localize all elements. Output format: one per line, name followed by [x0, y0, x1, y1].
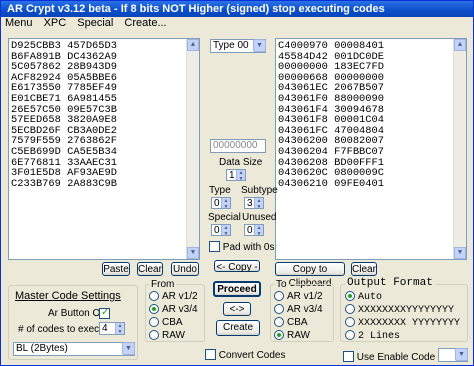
use-enable-code-option[interactable]: Use Enable Code	[343, 351, 435, 363]
swap-button[interactable]: <->	[223, 302, 251, 316]
spin-arrows-icon[interactable]: ▲ ▼	[254, 225, 263, 237]
convert-codes-checkbox[interactable]	[205, 349, 216, 360]
input-scrollbar[interactable]: ▲ ▼	[186, 39, 199, 259]
create-button[interactable]: Create	[216, 320, 260, 336]
special-label: Special	[208, 212, 241, 223]
unused-spinner[interactable]: 0 ▲ ▼	[244, 224, 264, 237]
subtype-spinner[interactable]: 3 ▲ ▼	[244, 197, 264, 210]
menu-bar: Menu XPC Special Create...	[1, 17, 473, 30]
code-line: C5EB699D CA5E5B34	[11, 145, 118, 158]
output-option-spaced[interactable]: XXXXXXXX YYYYYYYY	[345, 317, 460, 329]
unused-label: Unused	[242, 212, 277, 223]
code-line: C4000970 00008401	[278, 40, 385, 52]
special-spinner[interactable]: 0 ▲ ▼	[211, 224, 231, 237]
convert-codes-label: Convert Codes	[218, 350, 286, 361]
spin-arrows-icon[interactable]: ▲ ▼	[221, 225, 230, 237]
convert-codes-option[interactable]: Convert Codes	[205, 349, 285, 361]
use-enable-code-checkbox[interactable]	[343, 351, 354, 362]
data-size-label: Data Size	[219, 157, 263, 168]
pad-label: Pad with 0s	[222, 242, 275, 253]
chevron-down-icon[interactable]: ▼	[253, 39, 266, 52]
main-window: AR Crypt v3.12 beta - If 8 bits NOT High…	[0, 0, 474, 366]
output-codes-textarea[interactable]: C4000970 00008401 45584D42 001DC0DE 000000…	[275, 38, 467, 260]
output-scrollbar[interactable]: ▲ ▼	[453, 39, 466, 259]
code-line: 043061F0 88000090	[278, 92, 385, 105]
code-line: C233B769 2A883C9B	[11, 177, 118, 190]
from-option-ar12[interactable]: AR v1/2	[149, 291, 198, 302]
from-option-ar34[interactable]: AR v3/4	[149, 304, 198, 315]
menu-item-special[interactable]: Special	[73, 17, 117, 30]
master-title: Master Code Settings	[15, 290, 121, 302]
scroll-down-icon[interactable]: ▼	[187, 247, 199, 259]
type-spinner[interactable]: 0 ▲ ▼	[211, 197, 231, 210]
bl-combo[interactable]: BL (2Bytes) ▼	[13, 342, 135, 356]
paste-button[interactable]: Paste	[102, 262, 130, 276]
clear-left-button[interactable]: Clear	[137, 262, 163, 276]
menu-item-xpc[interactable]: XPC	[40, 17, 71, 30]
codes-to-execute-spinner[interactable]: 4 ▲ ▼	[99, 322, 125, 335]
chevron-down-icon[interactable]: ▼	[122, 342, 135, 355]
pad-with-0s-option[interactable]: Pad with 0s	[209, 241, 274, 253]
to-option-raw[interactable]: RAW	[274, 330, 310, 341]
output-option-2lines[interactable]: 2 Lines	[345, 330, 400, 342]
spin-arrows-icon[interactable]: ▲ ▼	[221, 198, 230, 210]
output-format-title: Output Format	[345, 277, 435, 289]
code-line: D925CBB3 457D65D3	[11, 40, 118, 52]
spin-arrows-icon[interactable]: ▲ ▼	[254, 198, 263, 210]
scroll-up-icon[interactable]: ▲	[187, 39, 199, 51]
type-label: Type	[209, 185, 231, 196]
spin-arrows-icon[interactable]: ▲ ▼	[115, 323, 124, 335]
menu-item-menu[interactable]: Menu	[1, 17, 37, 30]
from-option-raw[interactable]: RAW	[149, 330, 185, 341]
to-option-ar12[interactable]: AR v1/2	[274, 291, 323, 302]
data-size-spinner[interactable]: 1 ▲ ▼	[226, 169, 246, 182]
code-line: E01CBE71 6A981455	[11, 92, 118, 105]
undo-button[interactable]: Undo	[171, 262, 199, 276]
code-line: 04306204 F7FBBC07	[278, 145, 385, 158]
copy-to-clipboard-button[interactable]: Copy to Clipboard	[275, 262, 345, 289]
enable-code-combo[interactable]: ▼	[438, 348, 468, 362]
scroll-down-icon[interactable]: ▼	[454, 247, 466, 259]
from-title: From	[149, 279, 177, 290]
input-codes-textarea[interactable]: D925CBB3 457D65D3 B6FA891B DC4362A9 5C0578…	[8, 38, 200, 260]
code-line: 04306210 09FE0401	[278, 177, 385, 190]
chevron-down-icon[interactable]: ▼	[455, 348, 468, 361]
copy-button[interactable]: <- Copy -	[214, 260, 260, 273]
key-field[interactable]: 00000000	[210, 139, 266, 153]
type-combo[interactable]: Type 00 ▼	[210, 39, 266, 53]
spin-arrows-icon[interactable]: ▲ ▼	[236, 170, 245, 182]
ar-button-checkbox[interactable]	[99, 307, 110, 319]
output-option-joined[interactable]: XXXXXXXXYYYYYYYY	[345, 304, 454, 316]
subtype-label: Subtype	[241, 185, 278, 196]
clear-right-button[interactable]: Clear	[351, 262, 377, 276]
output-option-auto[interactable]: Auto	[345, 291, 382, 303]
to-option-ar34[interactable]: AR v3/4	[274, 304, 323, 315]
to-option-cba[interactable]: CBA	[274, 317, 308, 328]
ar-button-label: Ar Button On	[48, 308, 106, 319]
use-enable-code-label: Use Enable Code	[356, 352, 436, 363]
menu-item-create[interactable]: Create...	[120, 17, 170, 30]
from-option-cba[interactable]: CBA	[149, 317, 183, 328]
to-title: To	[274, 279, 289, 290]
title-bar: AR Crypt v3.12 beta - If 8 bits NOT High…	[1, 1, 473, 17]
proceed-button[interactable]: Proceed	[213, 281, 261, 297]
pad-checkbox[interactable]	[209, 241, 220, 252]
scroll-up-icon[interactable]: ▲	[454, 39, 466, 51]
